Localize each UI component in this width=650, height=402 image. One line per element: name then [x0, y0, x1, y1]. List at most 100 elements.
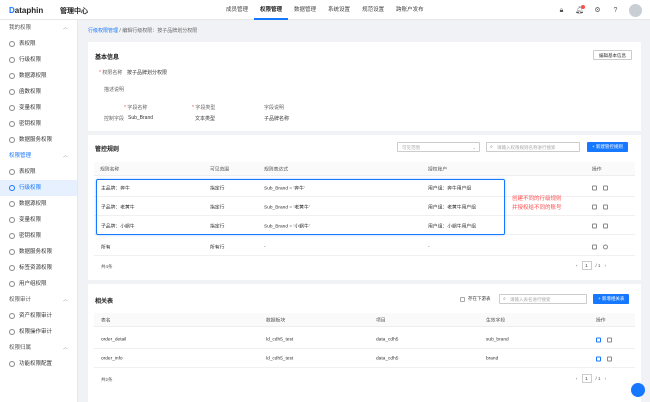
dataservice-icon — [9, 249, 15, 255]
network-icon[interactable]: ⚙︎ — [593, 6, 602, 15]
sidebar-item-variable[interactable]: 变量权限 — [0, 212, 77, 228]
related-table-header: 表名 数据板块 项目 生效字段 操作 — [94, 313, 635, 327]
related-tables-title: 相关表 — [95, 299, 114, 305]
variable-icon — [9, 217, 15, 223]
name-value: 按子品牌划分权限 — [127, 70, 168, 76]
sidebar-group-owner[interactable]: 权限归属 ︿ — [0, 340, 77, 356]
add-related-table-button[interactable]: + 新增相关表 — [593, 294, 630, 304]
nav-cross-account-publish[interactable]: 跨账户发布 — [390, 0, 430, 20]
sidebar-item-feature-config[interactable]: 功能权限配置 — [0, 356, 77, 372]
chevron-up-icon: ︿ — [62, 297, 68, 303]
lock-icon[interactable]: 🔒︎ — [557, 6, 566, 15]
related-pagination: ‹ 1 / 1 › — [576, 374, 607, 383]
sidebar-item-key[interactable]: 密钥权限 — [0, 228, 77, 244]
sidebar-item-datasource[interactable]: 数据源权限 — [0, 196, 77, 212]
sidebar-item-row[interactable]: 行级权限 — [0, 180, 77, 196]
chevron-up-icon: ︿ — [62, 25, 68, 31]
field-desc-header: 字段说明 — [264, 105, 285, 111]
new-rule-button[interactable]: + 新建管控规则 — [587, 142, 628, 152]
sidebar-item-my-function[interactable]: 函数权限 — [0, 84, 77, 100]
sidebar-group-my-permissions[interactable]: 我的权限 ︿ — [0, 20, 77, 36]
help-icon[interactable]: ? — [611, 6, 620, 15]
tag-icon — [9, 265, 15, 271]
row-icon — [9, 185, 15, 191]
delete-icon[interactable] — [607, 356, 612, 361]
search-icon: ⌕ — [490, 144, 493, 150]
chevron-up-icon: ︿ — [62, 153, 68, 159]
scope-select[interactable]: 可见范围 ⌄ — [397, 142, 480, 152]
next-page-icon[interactable]: › — [605, 263, 607, 268]
edit-basic-info-button[interactable]: 编辑基本信息 — [593, 50, 632, 60]
related-search-input[interactable]: ⌕ 请输入表名进行搜索 — [499, 294, 587, 304]
top-nav: 成员管理 权限管理 数据管理 系统设置 规范设置 跨账户发布 — [220, 0, 430, 20]
sidebar-item-tag-resource[interactable]: 标签资源权限 — [0, 260, 77, 276]
prev-page-icon[interactable]: ‹ — [576, 263, 578, 268]
page-number-input[interactable]: 1 — [581, 261, 592, 270]
sidebar-item-dataservice[interactable]: 数据服务权限 — [0, 244, 77, 260]
sidebar-item-my-table[interactable]: 表权限 — [0, 36, 77, 52]
edit-icon[interactable] — [596, 356, 601, 361]
avatar[interactable] — [629, 4, 642, 17]
downstream-checkbox[interactable] — [460, 297, 465, 302]
name-label: * 权限名称 — [99, 70, 123, 76]
audit-icon — [9, 329, 15, 335]
delete-icon[interactable] — [603, 223, 608, 228]
nav-member-management[interactable]: 成员管理 — [220, 0, 254, 20]
chevron-down-icon: ⌄ — [472, 145, 476, 150]
prev-page-icon[interactable]: ‹ — [576, 376, 578, 381]
search-icon: ⌕ — [503, 296, 506, 302]
sidebar-group-audit[interactable]: 权限审计 ︿ — [0, 292, 77, 308]
next-page-icon[interactable]: › — [605, 376, 607, 381]
copy-icon[interactable] — [592, 185, 597, 190]
nav-data-management[interactable]: 数据管理 — [288, 0, 322, 20]
sidebar-item-user-group[interactable]: 用户组权限 — [0, 276, 77, 292]
delete-icon[interactable] — [603, 185, 608, 190]
delete-icon[interactable] — [603, 204, 608, 209]
nav-standard-settings[interactable]: 规范设置 — [356, 0, 390, 20]
downstream-label: 存在下游表 — [468, 296, 491, 301]
sidebar-item-my-row[interactable]: 行级权限 — [0, 52, 77, 68]
copy-icon[interactable] — [592, 244, 597, 249]
dataphin-logo[interactable]: Dataphin — [9, 6, 43, 15]
breadcrumb-link[interactable]: 行级权限管理 — [88, 28, 118, 34]
related-total: 共2条 — [101, 377, 113, 382]
sidebar-item-my-key[interactable]: 密钥权限 — [0, 116, 77, 132]
dataservice-icon — [9, 137, 15, 143]
copy-icon[interactable] — [592, 204, 597, 209]
sidebar-item-operation-audit[interactable]: 权限操作审计 — [0, 324, 77, 340]
delete-icon[interactable] — [607, 337, 612, 342]
table-row: order_info ld_cdh5_test data_cdh5 brand — [94, 350, 635, 368]
copy-icon[interactable] — [592, 223, 597, 228]
datasource-icon — [9, 73, 15, 79]
edit-icon[interactable] — [596, 337, 601, 342]
sidebar-item-asset-audit[interactable]: 资产权限审计 — [0, 308, 77, 324]
nav-system-settings[interactable]: 系统设置 — [322, 0, 356, 20]
key-icon — [9, 121, 15, 127]
function-icon — [9, 89, 15, 95]
control-label: 控制字段 — [104, 116, 125, 122]
field-type-header: * 字段类型 — [192, 105, 216, 111]
rules-pagination: ‹ 1 / 1 › — [576, 261, 607, 270]
help-float-button[interactable] — [631, 383, 645, 397]
table-row: order_detail ld_cdh5_test data_cdh5 sub_… — [94, 331, 635, 349]
user-group-icon — [9, 281, 15, 287]
basic-info-title: 基本信息 — [95, 55, 120, 61]
page-number-input[interactable]: 1 — [581, 374, 592, 383]
sidebar: 我的权限 ︿ 表权限 行级权限 数据源权限 函数权限 变量权限 密钥权限 数据服务… — [0, 20, 78, 402]
divider — [88, 280, 641, 284]
top-icons: 🔒︎ 🔔︎ ⚙︎ ? — [557, 4, 642, 17]
table-row: 所有 所有行 - - — [94, 238, 635, 256]
sidebar-item-my-dataservice[interactable]: 数据服务权限 — [0, 132, 77, 148]
rules-title: 管控规则 — [95, 147, 120, 153]
sidebar-group-permission-management[interactable]: 权限管理 ︿ — [0, 148, 77, 164]
rules-search-input[interactable]: ⌕ 请输入权限规则名称进行搜索 — [486, 142, 580, 152]
app-title: 管理中心 — [60, 8, 88, 15]
field-name-header: * 字段名称 — [124, 105, 148, 111]
sidebar-item-my-datasource[interactable]: 数据源权限 — [0, 68, 77, 84]
nav-permission-management[interactable]: 权限管理 — [254, 0, 289, 20]
breadcrumb: 行级权限管理 / 编辑行级权限：按子品牌划分权限 — [88, 28, 198, 34]
sidebar-item-table[interactable]: 表权限 — [0, 164, 77, 180]
sidebar-item-my-variable[interactable]: 变量权限 — [0, 100, 77, 116]
refresh-icon[interactable] — [603, 244, 608, 249]
bell-icon[interactable]: 🔔︎ — [575, 5, 585, 15]
